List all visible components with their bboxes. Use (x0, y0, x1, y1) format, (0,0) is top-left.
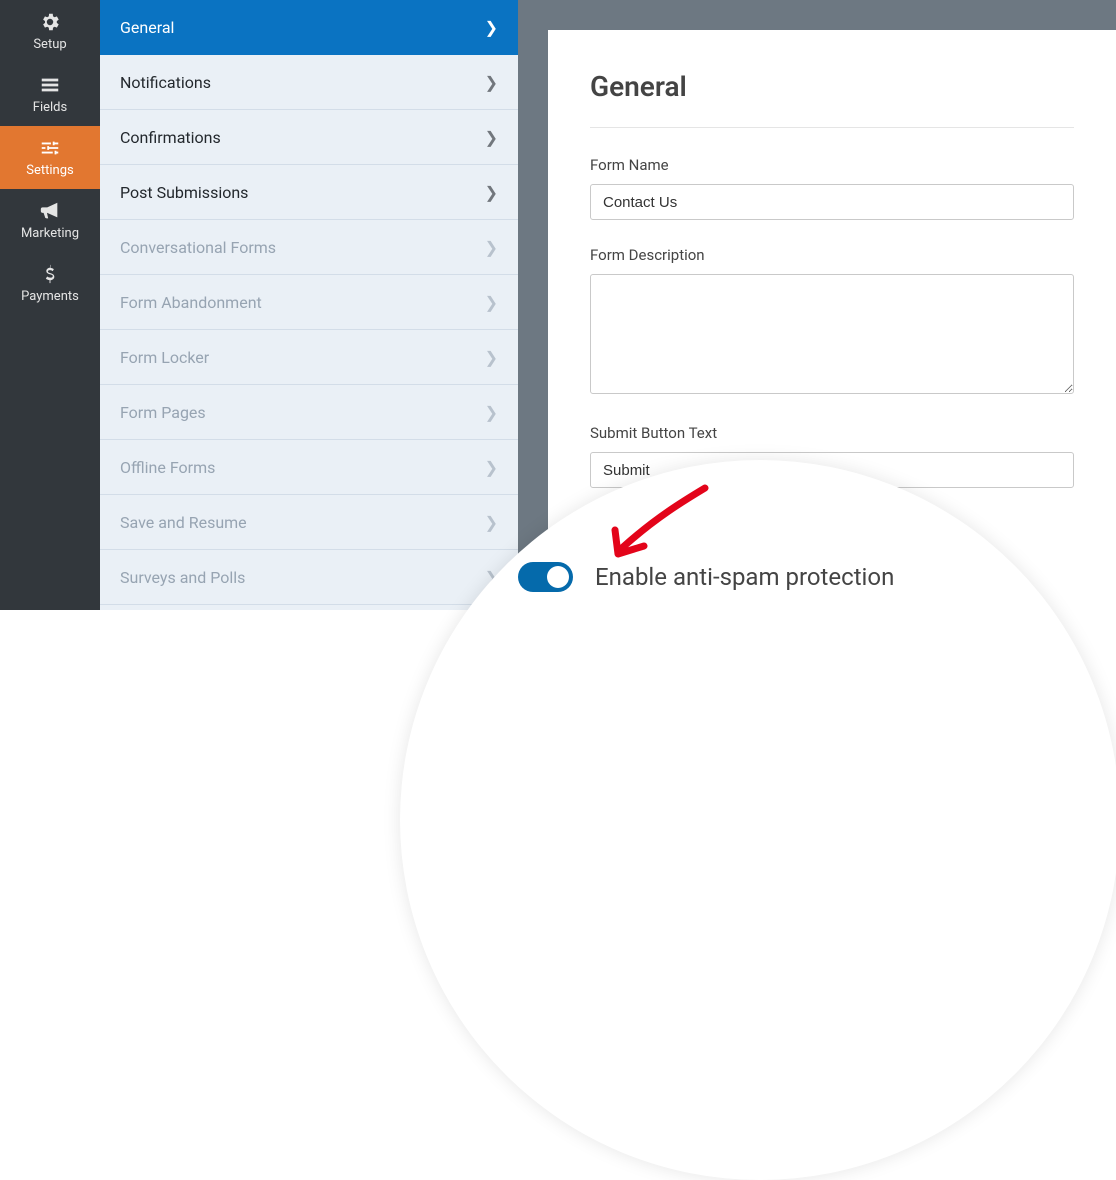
chevron-right-icon: ❯ (485, 128, 498, 147)
chevron-right-icon: ❯ (485, 73, 498, 92)
subnav-item-save-resume[interactable]: Save and Resume ❯ (100, 495, 518, 550)
chevron-right-icon: ❯ (485, 458, 498, 477)
subnav-item-label: Save and Resume (120, 513, 247, 532)
subnav-item-label: Surveys and Polls (120, 568, 245, 587)
form-name-input[interactable] (590, 184, 1074, 220)
subnav-item-label: Form Pages (120, 403, 206, 422)
callout-content: Enable anti-spam protection (518, 562, 894, 592)
subnav-item-surveys-polls[interactable]: Surveys and Polls ❯ (100, 550, 518, 605)
sidebar-filler (0, 315, 100, 610)
subnav-item-post-submissions[interactable]: Post Submissions ❯ (100, 165, 518, 220)
list-icon (39, 74, 61, 96)
sidebar-item-label: Setup (33, 37, 66, 52)
chevron-right-icon: ❯ (485, 18, 498, 37)
subnav-item-label: Offline Forms (120, 458, 215, 477)
subnav-item-conversational-forms[interactable]: Conversational Forms ❯ (100, 220, 518, 275)
field-form-name: Form Name (590, 156, 1074, 220)
sidebar-item-label: Fields (33, 100, 67, 115)
sidebar-item-label: Settings (26, 163, 73, 178)
anti-spam-toggle[interactable] (518, 562, 573, 592)
chevron-right-icon: ❯ (485, 348, 498, 367)
subnav-item-label: Form Abandonment (120, 293, 262, 312)
settings-subnav: General ❯ Notifications ❯ Confirmations … (100, 0, 518, 610)
chevron-right-icon: ❯ (485, 403, 498, 422)
subnav-item-form-abandonment[interactable]: Form Abandonment ❯ (100, 275, 518, 330)
chevron-right-icon: ❯ (485, 238, 498, 257)
subnav-item-label: General (120, 18, 174, 37)
subnav-item-label: Notifications (120, 73, 211, 92)
subnav-item-form-pages[interactable]: Form Pages ❯ (100, 385, 518, 440)
dollar-icon (39, 263, 61, 285)
bullhorn-icon (39, 200, 61, 222)
form-desc-input[interactable] (590, 274, 1074, 394)
subnav-item-general[interactable]: General ❯ (100, 0, 518, 55)
callout-magnifier: Enable anti-spam protection (400, 460, 1116, 1180)
anti-spam-label: Enable anti-spam protection (595, 563, 894, 591)
subnav-item-confirmations[interactable]: Confirmations ❯ (100, 110, 518, 165)
subnav-item-label: Conversational Forms (120, 238, 276, 257)
submit-text-label: Submit Button Text (590, 424, 1074, 442)
form-desc-label: Form Description (590, 246, 1074, 264)
toggle-knob (547, 566, 569, 588)
sidebar-item-settings[interactable]: Settings (0, 126, 100, 189)
sidebar-item-setup[interactable]: Setup (0, 0, 100, 63)
sidebar-item-marketing[interactable]: Marketing (0, 189, 100, 252)
subnav-item-label: Form Locker (120, 348, 209, 367)
primary-sidebar: Setup Fields Settings Marketing Payments (0, 0, 100, 610)
panel-title: General (590, 70, 1074, 128)
chevron-right-icon: ❯ (485, 513, 498, 532)
sliders-icon (39, 137, 61, 159)
chevron-right-icon: ❯ (485, 293, 498, 312)
subnav-item-form-locker[interactable]: Form Locker ❯ (100, 330, 518, 385)
subnav-item-label: Post Submissions (120, 183, 248, 202)
subnav-item-notifications[interactable]: Notifications ❯ (100, 55, 518, 110)
field-form-description: Form Description (590, 246, 1074, 398)
sidebar-item-payments[interactable]: Payments (0, 252, 100, 315)
form-name-label: Form Name (590, 156, 1074, 174)
subnav-item-label: Confirmations (120, 128, 221, 147)
chevron-right-icon: ❯ (485, 183, 498, 202)
sidebar-item-label: Payments (21, 289, 79, 304)
sidebar-item-label: Marketing (21, 226, 79, 241)
gear-icon (39, 11, 61, 33)
sidebar-item-fields[interactable]: Fields (0, 63, 100, 126)
subnav-item-offline-forms[interactable]: Offline Forms ❯ (100, 440, 518, 495)
